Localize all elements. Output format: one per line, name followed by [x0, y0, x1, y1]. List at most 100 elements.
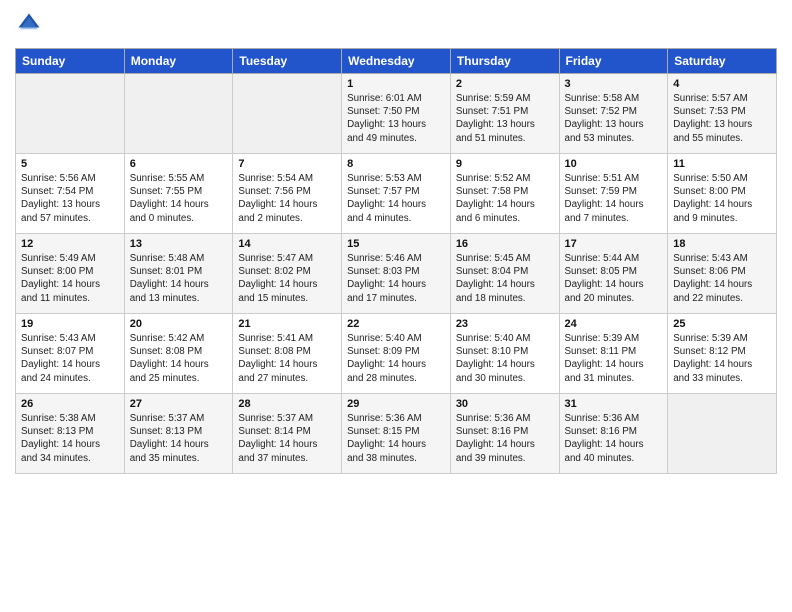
- day-number: 13: [130, 238, 228, 250]
- day-cell: 17 Sunrise: 5:44 AM Sunset: 8:05 PM Dayli…: [559, 234, 668, 314]
- day-number: 17: [565, 238, 663, 250]
- day-number: 23: [456, 318, 554, 330]
- day-cell: 7 Sunrise: 5:54 AM Sunset: 7:56 PM Daylig…: [233, 154, 342, 234]
- day-detail: Sunrise: 5:36 AM Sunset: 8:15 PM Dayligh…: [347, 412, 445, 465]
- day-cell: [668, 394, 777, 474]
- week-row-5: 26 Sunrise: 5:38 AM Sunset: 8:13 PM Dayli…: [16, 394, 777, 474]
- day-cell: 20Sunrise: 5:42 AM Sunset: 8:08 PM Dayli…: [124, 314, 233, 394]
- day-detail: Sunrise: 5:48 AM Sunset: 8:01 PM Dayligh…: [130, 252, 228, 305]
- day-detail: Sunrise: 5:36 AM Sunset: 8:16 PM Dayligh…: [565, 412, 663, 465]
- weekday-header-friday: Friday: [559, 49, 668, 74]
- day-number: 12: [21, 238, 119, 250]
- day-detail: Sunrise: 5:40 AM Sunset: 8:10 PM Dayligh…: [456, 332, 554, 385]
- day-detail: Sunrise: 5:53 AM Sunset: 7:57 PM Dayligh…: [347, 172, 445, 225]
- day-detail: Sunrise: 5:45 AM Sunset: 8:04 PM Dayligh…: [456, 252, 554, 305]
- day-detail: Sunrise: 5:39 AM Sunset: 8:11 PM Dayligh…: [565, 332, 663, 385]
- day-number: 25: [673, 318, 771, 330]
- day-cell: 30Sunrise: 5:36 AM Sunset: 8:16 PM Dayli…: [450, 394, 559, 474]
- day-cell: 2 Sunrise: 5:59 AM Sunset: 7:51 PM Daylig…: [450, 74, 559, 154]
- day-cell: 19 Sunrise: 5:43 AM Sunset: 8:07 PM Dayli…: [16, 314, 125, 394]
- day-cell: 12 Sunrise: 5:49 AM Sunset: 8:00 PM Dayli…: [16, 234, 125, 314]
- day-cell: 3 Sunrise: 5:58 AM Sunset: 7:52 PM Daylig…: [559, 74, 668, 154]
- day-cell: 31 Sunrise: 5:36 AM Sunset: 8:16 PM Dayli…: [559, 394, 668, 474]
- weekday-header-sunday: Sunday: [16, 49, 125, 74]
- day-cell: 25 Sunrise: 5:39 AM Sunset: 8:12 PM Dayli…: [668, 314, 777, 394]
- week-row-4: 19 Sunrise: 5:43 AM Sunset: 8:07 PM Dayli…: [16, 314, 777, 394]
- day-cell: 10 Sunrise: 5:51 AM Sunset: 7:59 PM Dayli…: [559, 154, 668, 234]
- day-cell: 6Sunrise: 5:55 AM Sunset: 7:55 PM Daylig…: [124, 154, 233, 234]
- day-number: 20: [130, 318, 228, 330]
- day-number: 21: [238, 318, 336, 330]
- day-number: 29: [347, 398, 445, 410]
- week-row-1: 1 Sunrise: 6:01 AM Sunset: 7:50 PM Daylig…: [16, 74, 777, 154]
- day-cell: 16 Sunrise: 5:45 AM Sunset: 8:04 PM Dayli…: [450, 234, 559, 314]
- day-detail: Sunrise: 6:01 AM Sunset: 7:50 PM Dayligh…: [347, 92, 445, 145]
- day-number: 14: [238, 238, 336, 250]
- day-number: 22: [347, 318, 445, 330]
- day-cell: 24 Sunrise: 5:39 AM Sunset: 8:11 PM Dayli…: [559, 314, 668, 394]
- day-detail: Sunrise: 5:56 AM Sunset: 7:54 PM Dayligh…: [21, 172, 119, 225]
- day-detail: Sunrise: 5:43 AM Sunset: 8:06 PM Dayligh…: [673, 252, 771, 305]
- day-cell: 15Sunrise: 5:46 AM Sunset: 8:03 PM Dayli…: [342, 234, 451, 314]
- day-detail: Sunrise: 5:44 AM Sunset: 8:05 PM Dayligh…: [565, 252, 663, 305]
- day-cell: 28Sunrise: 5:37 AM Sunset: 8:14 PM Dayli…: [233, 394, 342, 474]
- day-cell: [124, 74, 233, 154]
- weekday-header-thursday: Thursday: [450, 49, 559, 74]
- day-detail: Sunrise: 5:41 AM Sunset: 8:08 PM Dayligh…: [238, 332, 336, 385]
- day-cell: 27 Sunrise: 5:37 AM Sunset: 8:13 PM Dayli…: [124, 394, 233, 474]
- day-cell: [16, 74, 125, 154]
- day-number: 26: [21, 398, 119, 410]
- day-detail: Sunrise: 5:54 AM Sunset: 7:56 PM Dayligh…: [238, 172, 336, 225]
- day-number: 3: [565, 78, 663, 90]
- day-number: 16: [456, 238, 554, 250]
- day-number: 8: [347, 158, 445, 170]
- day-detail: Sunrise: 5:58 AM Sunset: 7:52 PM Dayligh…: [565, 92, 663, 145]
- day-detail: Sunrise: 5:38 AM Sunset: 8:13 PM Dayligh…: [21, 412, 119, 465]
- day-number: 19: [21, 318, 119, 330]
- day-detail: Sunrise: 5:43 AM Sunset: 8:07 PM Dayligh…: [21, 332, 119, 385]
- day-detail: Sunrise: 5:37 AM Sunset: 8:13 PM Dayligh…: [130, 412, 228, 465]
- day-number: 27: [130, 398, 228, 410]
- day-cell: 11Sunrise: 5:50 AM Sunset: 8:00 PM Dayli…: [668, 154, 777, 234]
- day-cell: 5 Sunrise: 5:56 AM Sunset: 7:54 PM Daylig…: [16, 154, 125, 234]
- day-number: 18: [673, 238, 771, 250]
- day-number: 4: [673, 78, 771, 90]
- day-number: 1: [347, 78, 445, 90]
- day-cell: [233, 74, 342, 154]
- day-number: 7: [238, 158, 336, 170]
- day-detail: Sunrise: 5:57 AM Sunset: 7:53 PM Dayligh…: [673, 92, 771, 145]
- day-cell: 18 Sunrise: 5:43 AM Sunset: 8:06 PM Dayli…: [668, 234, 777, 314]
- weekday-header-row: SundayMondayTuesdayWednesdayThursdayFrid…: [16, 49, 777, 74]
- day-detail: Sunrise: 5:49 AM Sunset: 8:00 PM Dayligh…: [21, 252, 119, 305]
- week-row-3: 12 Sunrise: 5:49 AM Sunset: 8:00 PM Dayli…: [16, 234, 777, 314]
- calendar-table: SundayMondayTuesdayWednesdayThursdayFrid…: [15, 48, 777, 474]
- day-cell: 4 Sunrise: 5:57 AM Sunset: 7:53 PM Daylig…: [668, 74, 777, 154]
- day-detail: Sunrise: 5:37 AM Sunset: 8:14 PM Dayligh…: [238, 412, 336, 465]
- logo-icon: [15, 10, 43, 38]
- day-detail: Sunrise: 5:39 AM Sunset: 8:12 PM Dayligh…: [673, 332, 771, 385]
- day-cell: 22 Sunrise: 5:40 AM Sunset: 8:09 PM Dayli…: [342, 314, 451, 394]
- header: [15, 10, 777, 38]
- day-detail: Sunrise: 5:50 AM Sunset: 8:00 PM Dayligh…: [673, 172, 771, 225]
- weekday-header-saturday: Saturday: [668, 49, 777, 74]
- day-cell: 29 Sunrise: 5:36 AM Sunset: 8:15 PM Dayli…: [342, 394, 451, 474]
- week-row-2: 5 Sunrise: 5:56 AM Sunset: 7:54 PM Daylig…: [16, 154, 777, 234]
- day-number: 9: [456, 158, 554, 170]
- day-number: 24: [565, 318, 663, 330]
- day-detail: Sunrise: 5:59 AM Sunset: 7:51 PM Dayligh…: [456, 92, 554, 145]
- day-detail: Sunrise: 5:52 AM Sunset: 7:58 PM Dayligh…: [456, 172, 554, 225]
- logo: [15, 10, 47, 38]
- day-cell: 14 Sunrise: 5:47 AM Sunset: 8:02 PM Dayli…: [233, 234, 342, 314]
- day-number: 31: [565, 398, 663, 410]
- day-number: 2: [456, 78, 554, 90]
- day-detail: Sunrise: 5:51 AM Sunset: 7:59 PM Dayligh…: [565, 172, 663, 225]
- weekday-header-wednesday: Wednesday: [342, 49, 451, 74]
- day-cell: 23 Sunrise: 5:40 AM Sunset: 8:10 PM Dayli…: [450, 314, 559, 394]
- day-number: 10: [565, 158, 663, 170]
- day-cell: 9 Sunrise: 5:52 AM Sunset: 7:58 PM Daylig…: [450, 154, 559, 234]
- day-detail: Sunrise: 5:47 AM Sunset: 8:02 PM Dayligh…: [238, 252, 336, 305]
- day-detail: Sunrise: 5:40 AM Sunset: 8:09 PM Dayligh…: [347, 332, 445, 385]
- weekday-header-tuesday: Tuesday: [233, 49, 342, 74]
- day-number: 6: [130, 158, 228, 170]
- day-number: 5: [21, 158, 119, 170]
